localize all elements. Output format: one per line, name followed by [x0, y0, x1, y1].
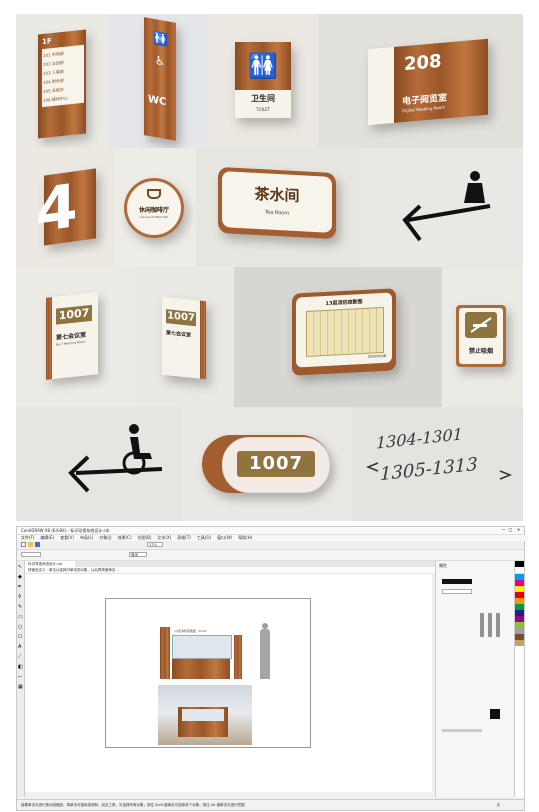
toilet-label-en: TOILET — [256, 107, 270, 112]
range-arrows — [365, 462, 513, 480]
no-smoking-sign-tile: 禁止吸烟 — [442, 267, 523, 407]
room-number: 208 — [404, 50, 442, 76]
property-bar: 毫米 — [17, 550, 524, 561]
close-button[interactable]: ✕ — [516, 528, 521, 532]
directory-sign-tile: 1F 101 市场部 102 企划部 103 人事部 104 财务部 105 总… — [16, 14, 108, 148]
drawing-title: 13层消防疏散图 · PLAN — [174, 629, 207, 633]
title-bar: CorelDRAW X8 (64-Bit) - 标识导视系统设计.cdr — □… — [17, 527, 524, 535]
wheelchair-icon: ♿ — [154, 53, 166, 69]
directory-floor: 1F — [42, 37, 52, 47]
shape-tool-icon[interactable]: ◆ — [18, 575, 22, 580]
meeting-corner-sign-tile: 1007 第七会议室 — [136, 267, 234, 407]
status-bar: 接着单击可进行拖动或缩放；再单击可旋转或倾斜；双击工具，可选择所有对象；按住 S… — [17, 799, 524, 810]
status-hint: 接着单击可进行拖动或缩放；再单击可旋转或倾斜；双击工具，可选择所有对象；按住 S… — [21, 803, 245, 807]
maximize-button[interactable]: □ — [508, 528, 513, 532]
meeting-number: 1007 — [58, 306, 90, 323]
nosmoke-label: 禁止吸烟 — [468, 348, 493, 355]
canvas-area[interactable]: 13层消防疏散图 · PLAN — [25, 574, 432, 792]
zoom-tool-icon[interactable]: ⚲ — [18, 595, 22, 600]
connector-tool-icon[interactable]: ⟋ — [18, 655, 22, 660]
status-fill: 无 — [496, 803, 501, 807]
evacuation-map-tile: 13层消防疏散图 您所在的位置 — [234, 267, 442, 407]
left-arrow-icon — [402, 171, 491, 242]
palette-swatch[interactable] — [515, 567, 524, 574]
page-size-select[interactable] — [21, 552, 41, 557]
cafe-label-en: Leisure Coffee Hall — [139, 215, 169, 219]
scale-person-icon — [258, 623, 272, 679]
cafe-sign-tile: 休闲咖啡厅 Leisure Coffee Hall — [114, 148, 196, 267]
floor-plan — [306, 306, 384, 357]
outline-color-swatch[interactable] — [442, 579, 472, 584]
room-range-sign-tile: 1304-1301 1305-1313 — [352, 407, 523, 521]
open-icon[interactable] — [28, 542, 33, 547]
coffee-cup-icon — [147, 189, 161, 199]
properties-panel: 属性 — [435, 561, 514, 797]
text-tool-icon[interactable]: A — [18, 645, 21, 650]
meeting-wall-sign-tile: 1007 第七会议室 No.7 Meeting Room — [16, 267, 136, 407]
crop-tool-icon[interactable]: ⌗ — [18, 585, 21, 590]
wc-label: WC — [148, 93, 167, 109]
panel-title: 属性 — [439, 563, 447, 568]
freehand-tool-icon[interactable]: ✎ — [18, 605, 22, 610]
fill-tool-icon[interactable]: ◧ — [18, 665, 23, 670]
toilet-figures-icon: 🚻 — [248, 52, 278, 80]
toilet-people-icon: 🚻 — [153, 30, 168, 48]
room-208-sign-tile: 208 电子阅览室 Digital Reading Room — [318, 14, 523, 148]
polygon-tool-icon[interactable]: ⬠ — [18, 635, 22, 640]
meeting-number: 1007 — [167, 310, 195, 325]
tea-label-cn: 茶水间 — [254, 184, 300, 206]
corel-window: CorelDRAW X8 (64-Bit) - 标识导视系统设计.cdr — □… — [16, 526, 528, 811]
oval-room-sign-tile: 1007 — [182, 407, 352, 521]
wc-blade-sign-tile: 🚻 ♿ WC — [108, 14, 208, 148]
minimize-button[interactable]: — — [501, 528, 506, 532]
directory-list: 101 市场部 102 企划部 103 人事部 104 财务部 105 总经办 … — [42, 44, 84, 108]
units-value: 毫米 — [131, 553, 138, 557]
corner-options[interactable] — [480, 613, 504, 637]
floor-number-sign-tile: 4 — [16, 148, 114, 267]
transparency-slider[interactable] — [442, 729, 482, 732]
hint-bar: 快速自定义 · 单击以选择可单击的对象，以后再快速单击… — [25, 567, 440, 574]
outline-width-select[interactable] — [442, 589, 472, 594]
drawing-stand: 13层消防疏散图 · PLAN — [160, 615, 244, 679]
window-title: CorelDRAW X8 (64-Bit) - 标识导视系统设计.cdr — [21, 528, 110, 533]
units-select[interactable]: 毫米 — [129, 552, 147, 557]
fill-swatch[interactable] — [490, 709, 500, 719]
palette-swatch[interactable] — [515, 640, 524, 646]
rectangle-tool-icon[interactable]: ▭ — [18, 615, 23, 620]
map-footer: 您所在的位置 — [367, 353, 386, 359]
wheelchair-arrow-tile — [16, 407, 182, 521]
toilet-label-cn: 卫生间 — [251, 94, 275, 103]
zoom-value: 17% — [149, 543, 157, 547]
save-icon[interactable] — [35, 542, 40, 547]
hint-text: 快速自定义 · 单击以选择可单击的对象，以后再快速单击… — [28, 568, 119, 572]
transparency-tool-icon[interactable]: ▦ — [18, 685, 23, 690]
tea-label-en: Tea Room — [264, 209, 290, 217]
cafe-label-cn: 休闲咖啡厅 — [138, 207, 169, 214]
reference-photo — [158, 685, 252, 745]
toilet-sign-tile: 🚻 卫生间 TOILET — [208, 14, 318, 148]
pick-tool-icon[interactable]: ↖ — [18, 565, 22, 570]
wheelchair-direction-icon — [68, 424, 163, 493]
eyedropper-tool-icon[interactable]: ⌐ — [18, 675, 22, 680]
zoom-field[interactable]: 17% — [147, 542, 163, 547]
meeting-label-cn: 第七会议室 — [166, 330, 192, 339]
no-smoking-icon — [465, 312, 497, 338]
page-border: 13层消防疏散图 · PLAN — [105, 598, 311, 748]
color-palette — [514, 561, 524, 797]
floor-number: 4 — [36, 170, 78, 247]
baby-arrow-sign-tile — [360, 148, 523, 267]
new-doc-icon[interactable] — [21, 542, 26, 547]
toolbox: ↖ ◆ ⌗ ⚲ ✎ ▭ ○ ⬠ A ⟋ ◧ ⌐ ▦ — [17, 561, 25, 797]
ellipse-tool-icon[interactable]: ○ — [18, 625, 22, 630]
oval-room-number: 1007 — [248, 453, 304, 474]
standard-toolbar: 17% — [17, 541, 524, 550]
tea-room-sign-tile: 茶水间 Tea Room — [196, 148, 360, 267]
